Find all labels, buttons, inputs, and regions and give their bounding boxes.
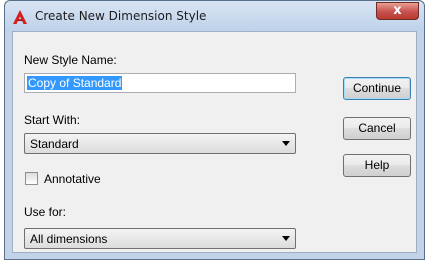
close-icon: x [393, 3, 402, 18]
new-style-name-value: Copy of Standard [27, 76, 123, 90]
dialog-body: New Style Name: Copy of Standard Start W… [12, 31, 417, 253]
new-style-name-label: New Style Name: [24, 53, 117, 67]
window-title: Create New Dimension Style [35, 9, 207, 23]
close-button[interactable]: x [376, 2, 419, 20]
dialog-window: Create New Dimension Style x New Style N… [4, 0, 425, 260]
use-for-dropdown[interactable]: All dimensions [24, 228, 296, 249]
annotative-label[interactable]: Annotative [44, 172, 101, 186]
chevron-down-icon [282, 141, 290, 146]
start-with-value: Standard [30, 137, 79, 151]
new-style-name-input[interactable]: Copy of Standard [24, 73, 296, 93]
use-for-label: Use for: [24, 205, 67, 219]
use-for-value: All dimensions [30, 232, 108, 246]
chevron-down-icon [282, 236, 290, 241]
title-bar[interactable]: Create New Dimension Style x [5, 1, 424, 31]
autocad-icon [13, 10, 27, 24]
start-with-label: Start With: [24, 113, 81, 127]
help-button[interactable]: Help [343, 154, 411, 177]
annotative-checkbox[interactable] [25, 172, 38, 185]
start-with-dropdown[interactable]: Standard [24, 133, 296, 154]
continue-button[interactable]: Continue [343, 77, 411, 100]
cancel-button[interactable]: Cancel [343, 117, 411, 140]
